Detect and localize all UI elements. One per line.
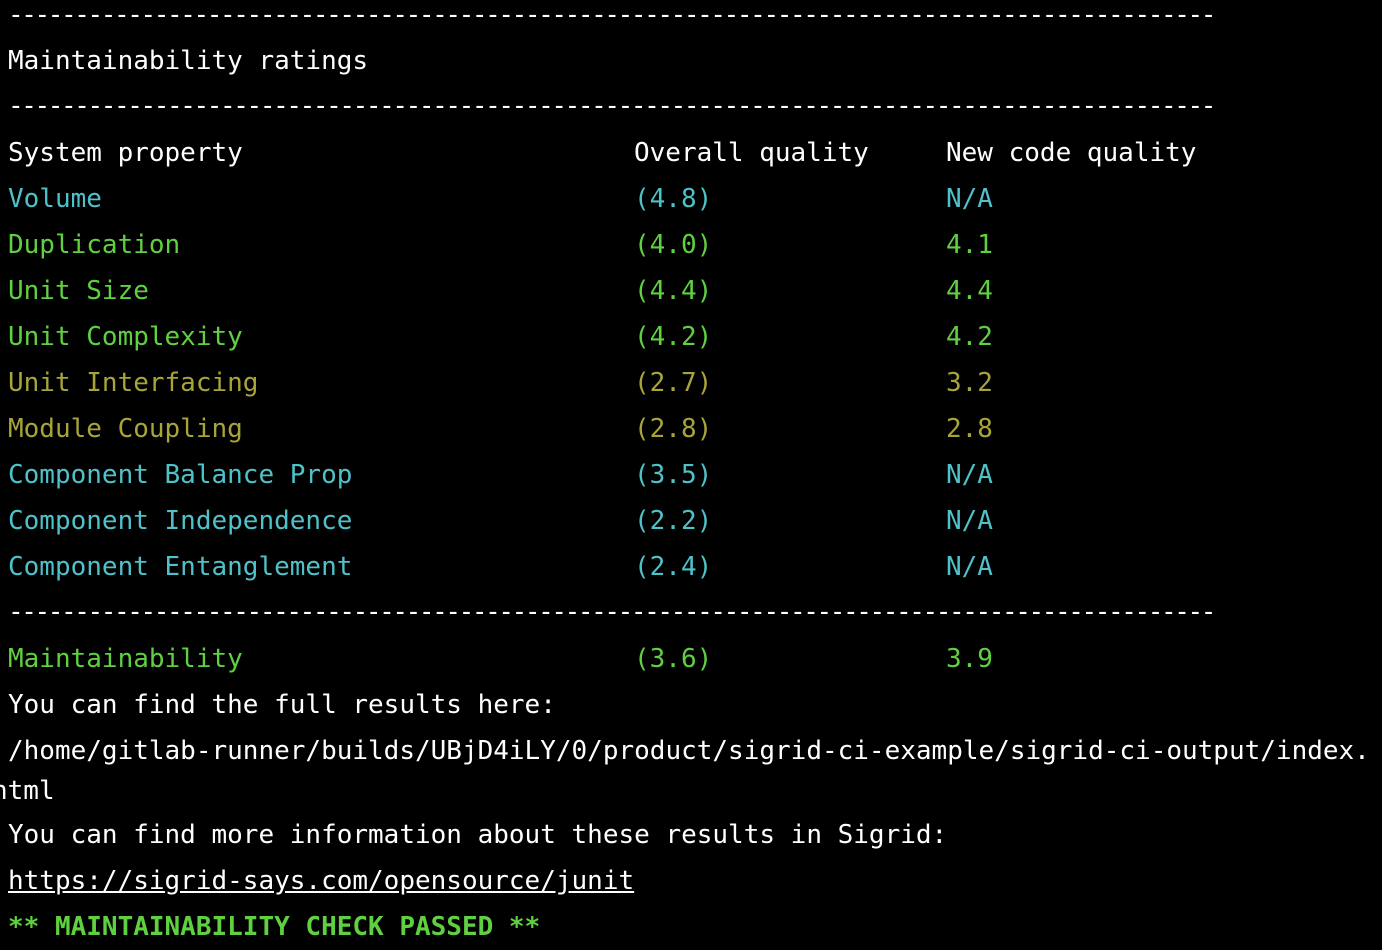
property-name: Component Entanglement [8, 552, 353, 582]
full-results-label: You can find the full results here: [8, 690, 556, 720]
new-code-score: 2.8 [946, 414, 993, 444]
total-new-code-score: 3.9 [946, 644, 993, 674]
separator-line: ----------------------------------------… [8, 91, 1213, 121]
overall-score: (4.2) [634, 322, 713, 352]
new-code-score: 4.2 [946, 322, 993, 352]
table-row: Component Entanglement (2.4) N/A [0, 552, 1382, 582]
section-heading: Maintainability ratings [8, 46, 369, 76]
full-results-path-wrap: html [0, 776, 55, 806]
overall-score: (2.2) [634, 506, 713, 536]
total-row: Maintainability (3.6) 3.9 [0, 644, 1382, 674]
table-row: Module Coupling (2.8) 2.8 [0, 414, 1382, 444]
property-name: Unit Interfacing [8, 368, 259, 398]
table-row: Unit Interfacing (2.7) 3.2 [0, 368, 1382, 398]
new-code-score: N/A [946, 552, 993, 582]
table-row: Component Independence (2.2) N/A [0, 506, 1382, 536]
property-name: Component Independence [8, 506, 353, 536]
property-name: Volume [8, 184, 102, 214]
overall-score: (4.0) [634, 230, 713, 260]
total-overall-score: (3.6) [634, 644, 713, 674]
total-property-name: Maintainability [8, 644, 243, 674]
property-name: Module Coupling [8, 414, 243, 444]
overall-score: (3.5) [634, 460, 713, 490]
new-code-score: 4.1 [946, 230, 993, 260]
more-info-label: You can find more information about thes… [8, 820, 948, 850]
new-code-score: 4.4 [946, 276, 993, 306]
property-name: Component Balance Prop [8, 460, 353, 490]
check-status: ** MAINTAINABILITY CHECK PASSED ** [8, 912, 541, 942]
separator-line: ----------------------------------------… [8, 597, 1213, 627]
table-row: Unit Size (4.4) 4.4 [0, 276, 1382, 306]
overall-score: (4.4) [634, 276, 713, 306]
overall-score: (2.4) [634, 552, 713, 582]
table-row: Component Balance Prop (3.5) N/A [0, 460, 1382, 490]
table-row: Duplication (4.0) 4.1 [0, 230, 1382, 260]
new-code-score: N/A [946, 460, 993, 490]
overall-score: (2.8) [634, 414, 713, 444]
property-name: Unit Complexity [8, 322, 243, 352]
overall-score: (4.8) [634, 184, 713, 214]
header-overall-quality: Overall quality [634, 138, 869, 168]
property-name: Unit Size [8, 276, 149, 306]
table-header-row: System property Overall quality New code… [0, 138, 1382, 168]
header-system-property: System property [8, 138, 243, 168]
full-results-path: /home/gitlab-runner/builds/UBjD4iLY/0/pr… [8, 736, 1370, 766]
table-row: Volume (4.8) N/A [0, 184, 1382, 214]
header-new-code-quality: New code quality [946, 138, 1197, 168]
separator-line: ----------------------------------------… [8, 0, 1213, 30]
overall-score: (2.7) [634, 368, 713, 398]
new-code-score: N/A [946, 506, 993, 536]
new-code-score: 3.2 [946, 368, 993, 398]
new-code-score: N/A [946, 184, 993, 214]
table-row: Unit Complexity (4.2) 4.2 [0, 322, 1382, 352]
property-name: Duplication [8, 230, 181, 260]
sigrid-link[interactable]: https://sigrid-says.com/opensource/junit [8, 866, 634, 896]
